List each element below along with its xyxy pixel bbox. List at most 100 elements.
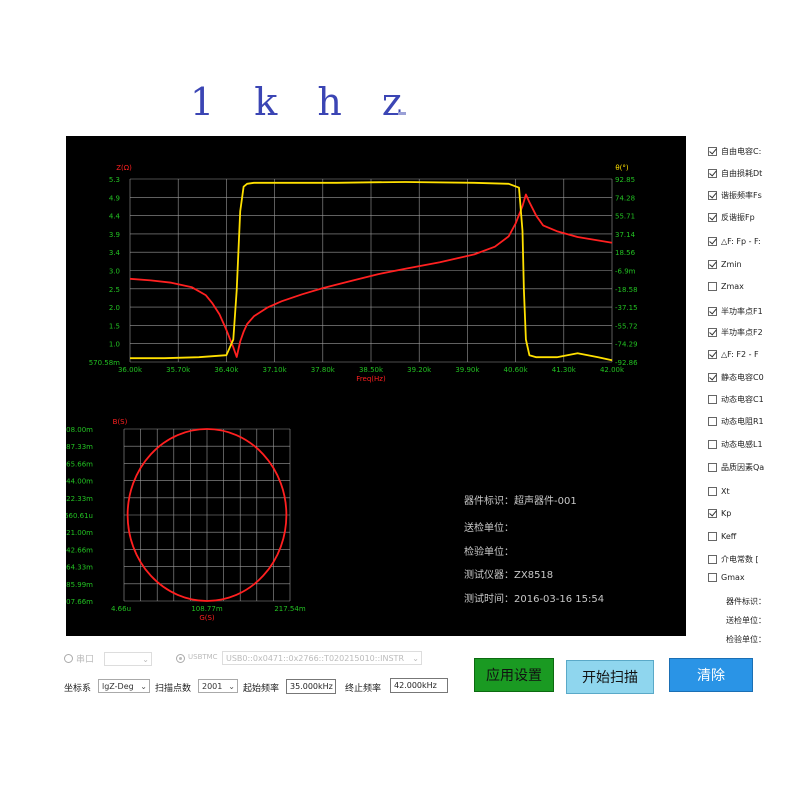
param-checkbox[interactable] [708,508,717,518]
param-checkbox-label: △F: F2 - F [721,349,759,359]
param-checkbox-row[interactable]: 品质因素Qa [708,460,764,474]
param-checkbox[interactable] [708,531,717,541]
usbtmc-label: USBTMC [188,653,218,661]
param-checkbox-row[interactable]: 谐振频率Fs [708,188,762,202]
coord-select[interactable]: lgZ-Deg ⌄ [98,679,150,693]
x-tick: 37.80k [311,366,336,374]
param-checkbox[interactable] [708,327,717,337]
param-checkbox-row[interactable]: Zmin [708,257,742,271]
param-checkbox-row[interactable]: △F: F2 - F [708,347,759,361]
y-tick-left: 22.33m [66,495,93,503]
serial-port-select[interactable]: ⌄ [104,652,152,666]
param-checkbox-label: 谐振频率Fs [721,190,762,200]
param-checkbox-row[interactable]: 介电常数 [ [708,552,759,566]
y-tick-left: 87.33m [66,443,93,451]
clear-button[interactable]: 清除 [669,658,753,692]
y-tick-right: 74.28 [615,194,635,202]
param-checkbox-row[interactable]: 自由电容C: [708,144,761,158]
param-checkbox-row[interactable]: 动态电容C1 [708,392,764,406]
param-checkbox-row[interactable]: 动态电阻R1 [708,414,764,428]
param-checkbox[interactable] [708,146,717,156]
chevron-down-icon: ⌄ [228,682,235,691]
param-checkbox[interactable] [708,349,717,359]
param-checkbox-row[interactable]: Zmax [708,279,744,293]
param-checkbox[interactable] [708,259,717,269]
y-tick-right: -18.58 [615,286,638,294]
param-checkbox[interactable] [708,190,717,200]
y-tick-right: 55.71 [615,213,635,221]
param-checkbox-row[interactable]: 反谐振Fp [708,210,755,224]
y-tick-left: 3.0 [109,268,120,276]
y-tick-left: 1.0 [109,341,120,349]
param-checkbox-row[interactable]: Keff [708,529,736,543]
side-info-label: 器件标识： [726,597,766,606]
x-tick: 37.10k [263,366,288,374]
param-checkbox[interactable] [708,486,717,496]
param-checkbox-label: 动态电容C1 [721,394,764,404]
y-tick-left: -21.00m [66,529,93,537]
param-checkbox[interactable] [708,212,717,222]
param-checkbox-row[interactable]: 静态电容C0 [708,370,764,384]
param-checkbox-row[interactable]: 自由损耗Dt [708,166,762,180]
param-checkbox-label: 动态电阻R1 [721,416,764,426]
param-checkbox[interactable] [708,306,717,316]
page-title: 1 k h z [190,80,416,124]
param-checkbox-label: 反谐振Fp [721,212,755,222]
param-checkbox-label: 自由电容C: [721,146,762,156]
y-tick-left: -42.66m [66,546,93,554]
info-send-unit: 送检单位： [464,523,514,534]
param-checkbox-label: Keff [721,531,737,541]
x-axis-title: G(S) [199,614,215,622]
y-tick-right: 18.56 [615,249,636,257]
serial-radio[interactable] [64,654,73,663]
param-checkbox[interactable] [708,554,717,564]
serial-label: 串口 [76,655,95,665]
y-axis-title-left: B(S) [113,418,128,426]
x-tick: 41.30k [552,366,577,374]
param-checkbox[interactable] [708,168,717,178]
param-checkbox-label: 半功率点F2 [721,327,763,337]
param-checkbox-row[interactable]: 半功率点F2 [708,325,763,339]
param-checkbox[interactable] [708,281,717,291]
usbtmc-select[interactable]: USB0::0x0471::0x2766::T020215010::INSTR ⌄ [222,651,422,665]
y-tick-left: 1.5 [109,322,120,330]
param-checkbox[interactable] [708,394,717,404]
apply-settings-button[interactable]: 应用设置 [474,658,554,692]
usbtmc-value: USB0::0x0471::0x2766::T020215010::INSTR [226,654,405,663]
param-checkbox[interactable] [708,416,717,426]
y-tick-left: 4.9 [109,194,120,202]
param-checkbox-row[interactable]: △F: Fp - F: [708,234,761,248]
stop-freq-field[interactable]: 42.000kHz [390,678,448,693]
chevron-down-icon: ⌄ [140,682,147,691]
param-checkbox-label: Zmin [721,259,742,269]
param-checkbox-row[interactable]: Gmax [708,570,745,584]
y-tick-left: 5.3 [109,176,120,184]
y-tick-right: -37.15 [615,304,638,312]
param-checkbox-label: 静态电容C0 [721,372,764,382]
y-tick-left: 65.66m [66,460,93,468]
points-value: 2001 [202,682,223,691]
y-tick-left: 4.4 [109,213,121,221]
param-checkbox[interactable] [708,236,717,246]
y-tick-left: 660.61u [66,512,93,520]
x-tick: 39.20k [407,366,432,374]
param-checkbox[interactable] [708,462,717,472]
param-checkbox-row[interactable]: Xt [708,484,730,498]
param-checkbox-row[interactable]: 动态电感L1 [708,437,763,451]
chevron-down-icon: ⌄ [142,655,149,664]
param-checkbox[interactable] [708,372,717,382]
param-checkbox[interactable] [708,439,717,449]
y-tick-right: 92.85 [615,176,635,184]
param-checkbox-label: 动态电感L1 [721,439,763,449]
usbtmc-radio[interactable] [176,654,185,663]
param-checkbox-row[interactable]: 半功率点F1 [708,304,763,318]
start-freq-field[interactable]: 35.000kHz [286,679,336,694]
param-checkbox-label: Kp [721,508,732,518]
param-checkbox-label: △F: Fp - F: [721,236,761,246]
info-check-unit: 检验单位： [464,547,514,558]
start-scan-button[interactable]: 开始扫描 [566,660,654,694]
y-tick-left: -107.66m [66,598,93,606]
points-select[interactable]: 2001 ⌄ [198,679,238,693]
param-checkbox[interactable] [708,572,717,582]
param-checkbox-row[interactable]: Kp [708,506,731,520]
